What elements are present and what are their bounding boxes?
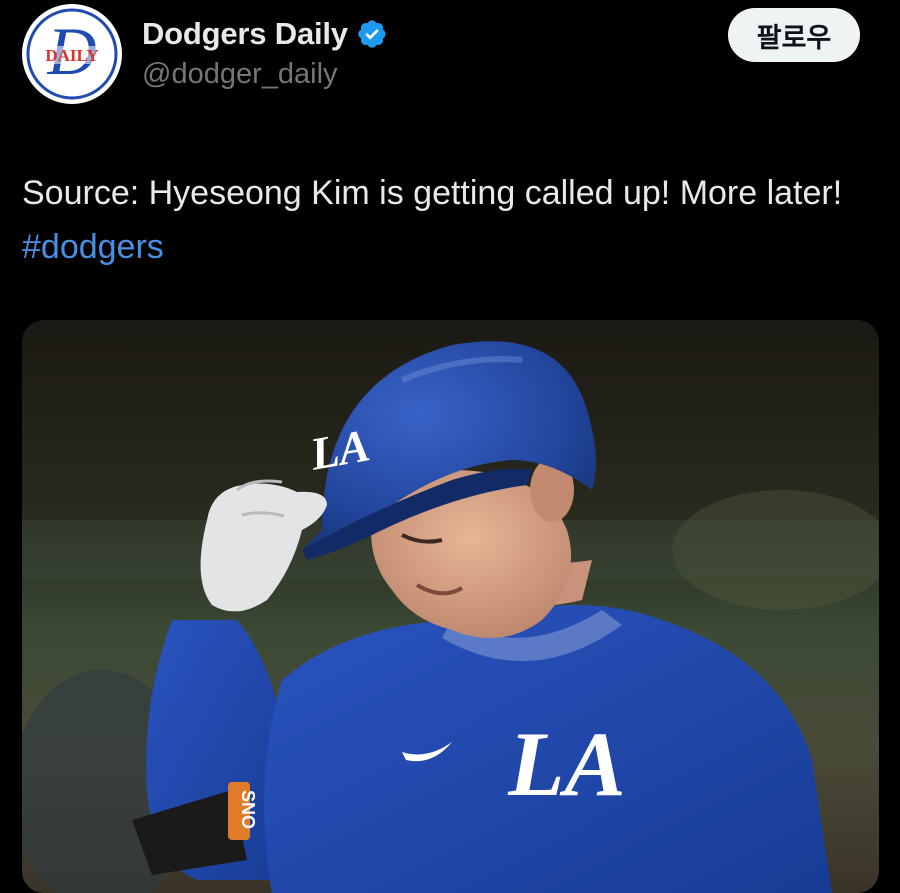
svg-text:LA: LA (507, 713, 626, 815)
follow-button[interactable]: 팔로우 (728, 8, 860, 62)
svg-text:LA: LA (306, 419, 374, 480)
author-name-row: Dodgers Daily (142, 14, 388, 54)
tweet-body: Source: Hyeseong Kim is getting called u… (22, 174, 843, 212)
svg-text:SNO: SNO (238, 790, 258, 829)
hashtag-link[interactable]: #dodgers (22, 228, 164, 266)
author-handle[interactable]: @dodger_daily (142, 58, 338, 91)
svg-text:DAILY: DAILY (45, 46, 98, 65)
dodgers-daily-logo: D DAILY (24, 6, 120, 102)
avatar[interactable]: D DAILY (22, 4, 122, 104)
verified-badge-icon (358, 20, 386, 48)
display-name[interactable]: Dodgers Daily (142, 16, 348, 52)
tweet-photo[interactable]: SNO LA LA (22, 320, 879, 893)
player-photo-illustration: SNO LA LA (22, 320, 879, 893)
tweet-text: Source: Hyeseong Kim is getting called u… (22, 166, 882, 274)
